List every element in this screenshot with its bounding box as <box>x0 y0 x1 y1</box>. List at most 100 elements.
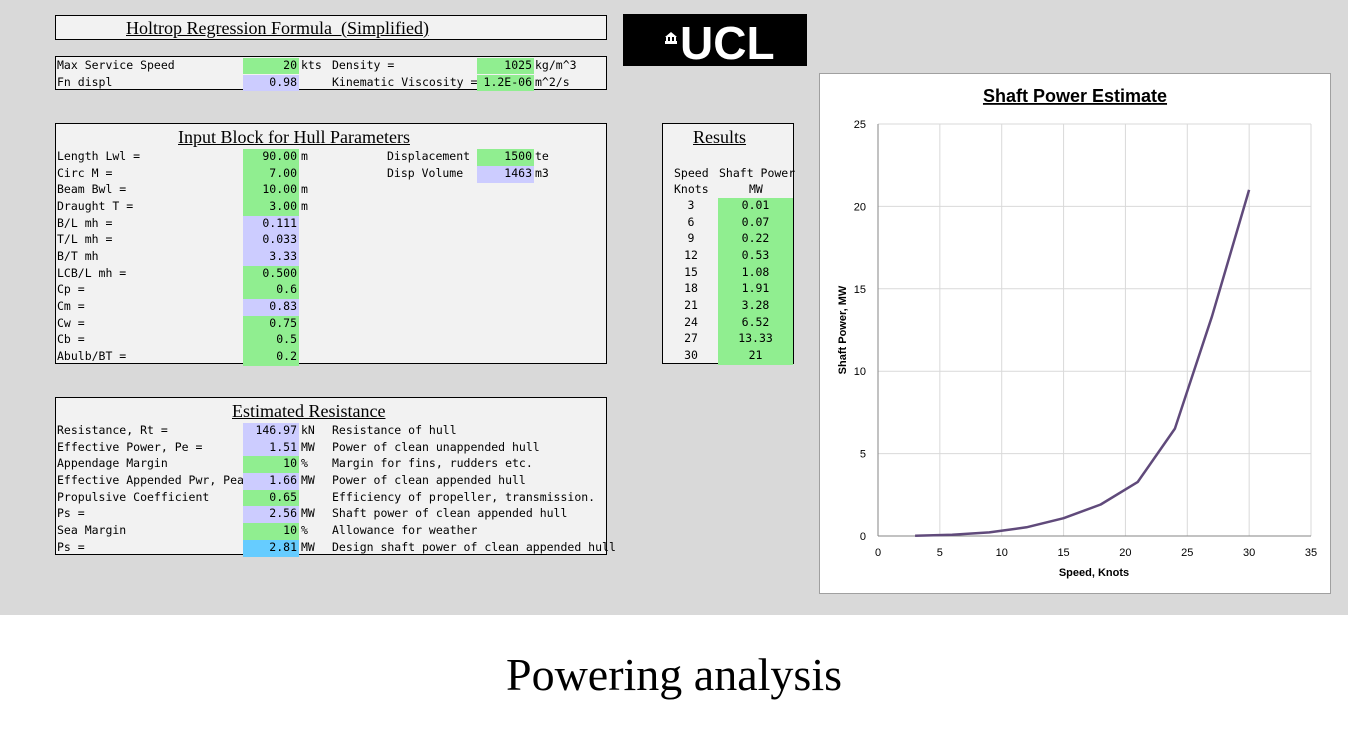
displacement-value: 1463 <box>477 165 534 183</box>
hull-param-value: 0.2 <box>243 348 299 366</box>
resistance-unit: kN <box>301 423 315 437</box>
ucl-logo-text: UCL <box>680 17 775 69</box>
results-speed: 3 <box>687 198 695 212</box>
results-power: 0.07 <box>718 214 793 232</box>
hull-title: Input Block for Hull Parameters <box>178 127 410 147</box>
resistance-unit: % <box>301 522 308 537</box>
hull-param-value: 7.00 <box>243 165 299 183</box>
x-tick-label: 5 <box>937 547 943 559</box>
resistance-unit: MW <box>301 472 315 487</box>
y-axis-title: Shaft Power, MW <box>837 285 849 374</box>
results-power: 0.53 <box>718 247 793 265</box>
resistance-value: 2.56 <box>243 506 299 524</box>
x-tick-label: 0 <box>875 547 881 559</box>
resistance-label: Ps = <box>57 539 85 554</box>
shaft-power-chart: 0 5 10 15 20 25 30 35 0 5 10 15 20 25 Shaft Power Esti… <box>819 73 1331 594</box>
displacement-label: Displacement <box>387 149 471 163</box>
header-title-box: Holtrop Regression Formula (Simplified) <box>55 15 607 40</box>
hull-param-label: LCB/L mh = <box>57 265 127 280</box>
results-speed: 30 <box>684 347 698 362</box>
results-power: 6.52 <box>718 314 793 332</box>
results-speed: 27 <box>684 331 698 346</box>
x-axis-title: Speed, Knots <box>1059 567 1129 579</box>
hull-param-label: Beam Bwl = <box>57 182 127 197</box>
header-value: 1.2E-06 <box>477 74 534 91</box>
hull-param-label: Cb = <box>57 332 85 347</box>
y-tick-label: 10 <box>854 366 866 378</box>
header-label: Fn displ <box>57 74 113 89</box>
results-speed: 15 <box>684 264 698 279</box>
resistance-label: Resistance, Rt = <box>57 423 168 437</box>
hull-param-label: Cm = <box>57 298 85 313</box>
hull-param-unit: m <box>301 198 308 213</box>
header-unit: kg/m^3 <box>535 58 577 72</box>
header-value: 0.98 <box>243 74 299 91</box>
hull-param-label: B/L mh = <box>57 215 113 230</box>
hull-param-value: 3.33 <box>243 248 299 266</box>
displacement-unit: m3 <box>535 165 549 180</box>
header-value: 1025 <box>477 58 534 74</box>
hull-param-label: Length Lwl = <box>57 149 141 163</box>
hull-param-label: Circ M = <box>57 165 113 180</box>
results-speed: 21 <box>684 297 698 312</box>
hull-param-value: 10.00 <box>243 182 299 200</box>
resistance-value: 1.51 <box>243 439 299 457</box>
chart-title: Shaft Power Estimate <box>983 86 1167 106</box>
x-tick-label: 15 <box>1057 547 1069 559</box>
hull-param-value: 90.00 <box>243 149 299 166</box>
resistance-value: 0.65 <box>243 489 299 507</box>
x-tick-label: 20 <box>1119 547 1131 559</box>
hull-param-value: 0.111 <box>243 215 299 233</box>
resistance-value: 1.66 <box>243 472 299 490</box>
results-speed-header: Speed <box>674 166 709 180</box>
hull-param-value: 0.033 <box>243 232 299 250</box>
resistance-description: Shaft power of clean appended hull <box>332 506 568 521</box>
header-title: Holtrop Regression Formula (Simplified) <box>126 18 429 38</box>
resistance-title: Estimated Resistance <box>232 401 386 421</box>
resistance-value: 10 <box>243 522 299 540</box>
resistance-description: Power of clean appended hull <box>332 472 526 487</box>
resistance-description: Margin for fins, rudders etc. <box>332 456 533 471</box>
hull-param-label: Cw = <box>57 315 85 330</box>
y-tick-label: 5 <box>860 449 866 461</box>
chart-svg: 0 5 10 15 20 25 30 35 0 5 10 15 20 25 Shaft Power Esti… <box>837 86 1317 579</box>
resistance-description: Allowance for weather <box>332 522 478 537</box>
results-box: Results Speed Shaft Power Knots MW 3 0.01 6 0.0… <box>662 123 795 365</box>
results-title: Results <box>693 127 747 147</box>
series-line <box>915 189 1251 538</box>
y-tick-label: 20 <box>854 201 866 213</box>
displacement-label: Disp Volume <box>387 165 464 180</box>
displacement-unit: te <box>535 149 549 163</box>
resistance-label: Propulsive Coefficient <box>57 489 210 504</box>
x-tick-label: 30 <box>1243 547 1255 559</box>
resistance-label: Effective Power, Pe = <box>57 439 203 454</box>
results-power: 1.91 <box>718 281 793 299</box>
displacement-value: 1500 <box>477 149 534 166</box>
resistance-unit: MW <box>301 506 315 521</box>
results-speed-unit: Knots <box>674 182 709 196</box>
resistance-description: Efficiency of propeller, transmission. <box>332 489 596 504</box>
hull-param-value: 0.83 <box>243 298 299 316</box>
hull-param-label: Draught T = <box>57 198 134 213</box>
header-inputs-box: Max Service Speed 20 kts Density = 1025 kg/m^… <box>55 56 607 91</box>
results-power: 0.22 <box>718 231 793 249</box>
resistance-value: 146.97 <box>243 423 299 440</box>
results-speed: 9 <box>687 231 695 246</box>
resistance-description: Power of clean unappended hull <box>332 439 540 454</box>
resistance-unit: MW <box>301 539 315 554</box>
resistance-value: 10 <box>243 456 299 474</box>
results-power: 0.01 <box>718 198 793 215</box>
hull-parameters-box: Input Block for Hull Parameters Length L… <box>55 123 607 366</box>
results-speed: 12 <box>684 247 698 262</box>
y-tick-label: 15 <box>854 284 866 296</box>
resistance-value: 2.81 <box>243 539 299 557</box>
x-tick-label: 25 <box>1181 547 1193 559</box>
results-power-unit: MW <box>749 182 763 196</box>
hull-param-unit: m <box>301 182 308 197</box>
hull-param-value: 3.00 <box>243 198 299 216</box>
header-unit: m^2/s <box>535 74 570 89</box>
hull-param-label: Abulb/BT = <box>57 348 127 363</box>
caption: Powering analysis <box>505 649 842 700</box>
x-tick-label: 35 <box>1305 547 1317 559</box>
hull-param-unit: m <box>301 149 308 163</box>
